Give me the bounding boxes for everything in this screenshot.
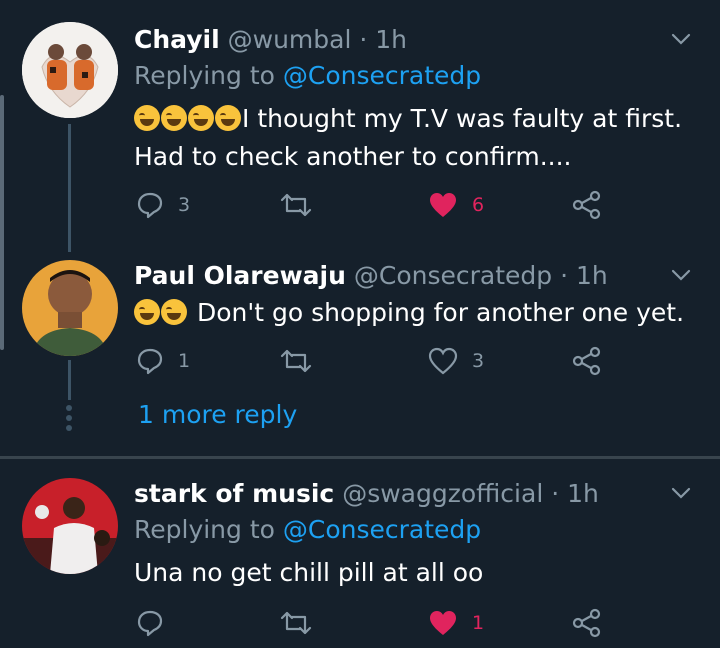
- heart-icon: [428, 347, 458, 375]
- tweet-header: Paul Olarewaju @Consecratedp · 1h: [134, 258, 608, 294]
- tweet-header: Chayil @wumbal · 1h: [134, 22, 407, 58]
- tweet-text: Don't go shopping for another one yet.: [134, 294, 704, 332]
- tweet-stark[interactable]: stark of music @swaggzofficial · 1h Repl…: [0, 476, 720, 646]
- tweet-actions: 1 3: [136, 344, 616, 378]
- thread-line: [68, 124, 71, 252]
- tweet-text-line2: Had to check another to confirm....: [134, 142, 572, 171]
- share-button[interactable]: [572, 344, 602, 378]
- heart-icon: [430, 193, 456, 217]
- handle[interactable]: @wumbal: [228, 25, 352, 54]
- reply-icon: [137, 348, 163, 375]
- more-reply-link[interactable]: 1 more reply: [138, 400, 297, 429]
- share-icon: [572, 608, 601, 638]
- retweet-button[interactable]: [280, 606, 326, 640]
- rolling-laughing-emoji: [215, 105, 241, 131]
- tweet-actions: 3 6: [136, 188, 616, 222]
- tweet-paul[interactable]: Paul Olarewaju @Consecratedp · 1h Don't …: [0, 258, 720, 398]
- share-icon: [572, 346, 601, 376]
- reply-icon: [137, 192, 163, 219]
- reply-button[interactable]: 1: [136, 344, 190, 378]
- like-button[interactable]: 6: [428, 188, 484, 222]
- like-count: 1: [472, 612, 485, 634]
- reply-count: 1: [178, 350, 191, 372]
- replying-prefix: Replying to: [134, 515, 283, 544]
- retweet-icon: [280, 193, 312, 217]
- like-button[interactable]: 1: [428, 606, 484, 640]
- tweet-text-line1: Don't go shopping for another one yet.: [197, 298, 685, 327]
- retweet-icon: [280, 349, 312, 373]
- tears-of-joy-emoji: [134, 299, 160, 325]
- rolling-laughing-emoji: [188, 105, 214, 131]
- share-button[interactable]: [572, 188, 602, 222]
- chevron-down-icon[interactable]: [670, 28, 692, 50]
- reply-button[interactable]: 3: [136, 188, 190, 222]
- share-button[interactable]: [572, 606, 602, 640]
- retweet-button[interactable]: [280, 344, 326, 378]
- timestamp[interactable]: 1h: [375, 25, 407, 54]
- retweet-button[interactable]: [280, 188, 326, 222]
- like-button[interactable]: 3: [428, 344, 484, 378]
- rolling-laughing-emoji: [161, 105, 187, 131]
- display-name[interactable]: stark of music: [134, 479, 334, 508]
- separator-dot: ·: [551, 479, 560, 508]
- avatar[interactable]: [22, 260, 118, 356]
- reply-count: 3: [178, 194, 191, 216]
- tweet-text-line1: Una no get chill pill at all oo: [134, 558, 484, 587]
- display-name[interactable]: Chayil: [134, 25, 220, 54]
- tweet-text: Una no get chill pill at all oo: [134, 554, 704, 592]
- heart-icon: [430, 611, 456, 635]
- tweet-header: stark of music @swaggzofficial · 1h: [134, 476, 599, 512]
- share-icon: [572, 190, 601, 220]
- replying-to: Replying to @Consecratedp: [134, 512, 481, 548]
- tweet-text-line1: I thought my T.V was faulty at first.: [242, 104, 683, 133]
- thread-dots: [66, 405, 72, 435]
- handle[interactable]: @swaggzofficial: [342, 479, 543, 508]
- like-count: 3: [472, 350, 485, 372]
- timestamp[interactable]: 1h: [567, 479, 599, 508]
- separator-dot: ·: [359, 25, 368, 54]
- avatar[interactable]: [22, 22, 118, 118]
- thread-line: [68, 360, 71, 400]
- replying-to: Replying to @Consecratedp: [134, 58, 481, 94]
- mention-link[interactable]: @Consecratedp: [283, 61, 481, 90]
- timestamp[interactable]: 1h: [576, 261, 608, 290]
- retweet-icon: [280, 611, 312, 635]
- tweet-actions: 1: [136, 606, 616, 640]
- display-name[interactable]: Paul Olarewaju: [134, 261, 346, 290]
- handle[interactable]: @Consecratedp: [354, 261, 552, 290]
- chevron-down-icon[interactable]: [670, 482, 692, 504]
- reply-button[interactable]: [136, 606, 178, 640]
- chevron-down-icon[interactable]: [670, 264, 692, 286]
- like-count: 6: [472, 194, 485, 216]
- rolling-laughing-emoji: [134, 105, 160, 131]
- tweet-chayil[interactable]: Chayil @wumbal · 1h Replying to @Consecr…: [0, 22, 720, 237]
- grinning-sweat-emoji: [161, 299, 187, 325]
- tweet-text: I thought my T.V was faulty at first. Ha…: [134, 100, 704, 176]
- mention-link[interactable]: @Consecratedp: [283, 515, 481, 544]
- divider: [0, 456, 720, 459]
- reply-icon: [137, 610, 163, 637]
- separator-dot: ·: [560, 261, 569, 290]
- avatar[interactable]: [22, 478, 118, 574]
- replying-prefix: Replying to: [134, 61, 283, 90]
